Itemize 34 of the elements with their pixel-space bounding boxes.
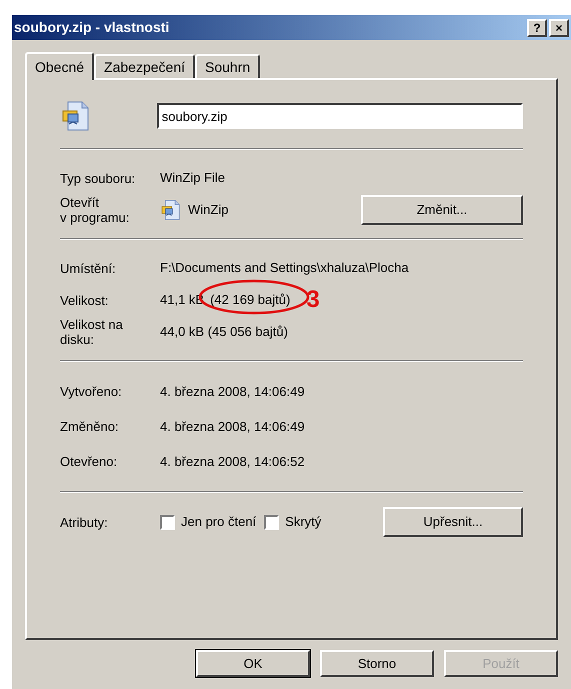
field-label: Otevřeno: (60, 454, 118, 469)
close-button[interactable]: × (549, 18, 569, 36)
field-label: Vytvořeno: (60, 384, 123, 399)
field-value: 44,0 kB (45 056 bajtů) (160, 323, 288, 342)
field-value: WinZip File (160, 169, 226, 188)
tab[interactable]: Zabezpečení (94, 54, 195, 78)
tab[interactable]: Obecné (25, 52, 94, 80)
field-label: Velikost na disku: (60, 317, 124, 347)
file-name-field[interactable]: soubory.zip (156, 103, 523, 129)
field-label: Typ souboru: (60, 170, 136, 186)
field-value: 4. března 2008, 14:06:49 (160, 382, 305, 401)
field-value: 4. března 2008, 14:06:52 (160, 452, 305, 471)
dialog-button[interactable]: Storno (320, 650, 434, 677)
field-value: 4. března 2008, 14:06:49 (160, 418, 305, 436)
field-label: Změněno: (60, 419, 120, 434)
field-value: (42 169 bajtů) (209, 291, 292, 310)
checkbox-label: Jen pro čtení (181, 513, 256, 532)
help-button[interactable]: ? (527, 18, 547, 36)
field-value: F:\Documents and Settings\xhaluza\Plocha (160, 259, 409, 278)
advanced-button[interactable]: Upřesnit... (383, 507, 523, 537)
field-label: Otevřít v programu: (60, 195, 130, 225)
field-label: Atributy: (60, 514, 109, 530)
tab[interactable]: Souhrn (195, 54, 260, 78)
checkbox-label: Skrytý (285, 513, 322, 532)
checkbox[interactable] (160, 514, 175, 530)
zip-file-icon (160, 199, 182, 221)
dialog-button[interactable]: OK (196, 650, 310, 677)
field-value: WinZip (188, 201, 228, 220)
annotation-number: 3 (306, 288, 320, 312)
field-label: Velikost: (60, 292, 110, 308)
window-title: soubory.zip - vlastnosti (14, 18, 170, 37)
checkbox[interactable] (264, 514, 280, 530)
field-label: Umístění: (60, 260, 117, 276)
change-button[interactable]: Změnit... (361, 195, 523, 225)
